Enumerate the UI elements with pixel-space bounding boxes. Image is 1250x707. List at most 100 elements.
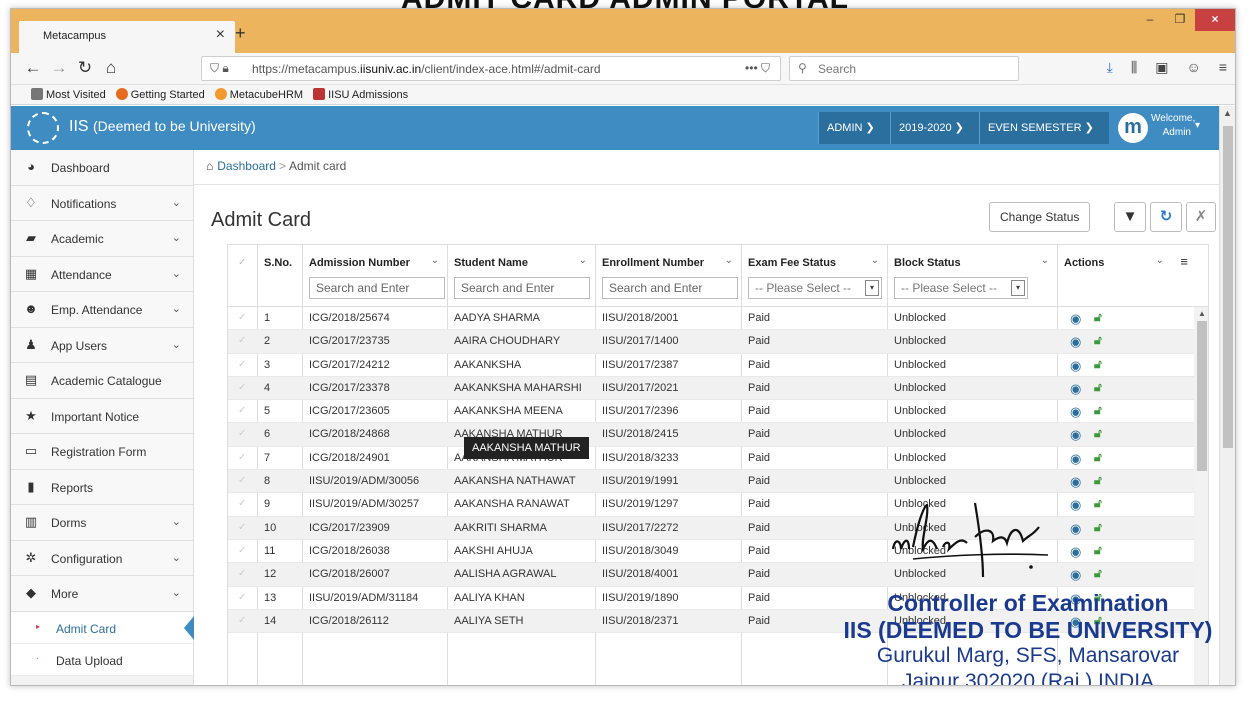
column-menu-icon[interactable]: ⌄ bbox=[1041, 255, 1049, 266]
scroll-up-icon[interactable]: ▲ bbox=[1223, 108, 1232, 118]
column-filter-select[interactable]: -- Please Select -- ▾ bbox=[894, 277, 1028, 299]
unlock-icon[interactable]: 🔓︎ bbox=[1094, 520, 1102, 535]
column-menu-icon[interactable]: ⌄ bbox=[431, 255, 439, 266]
pin-icon[interactable]: ✗ bbox=[1186, 202, 1216, 232]
table-row[interactable]: ✓ 5 ICG/2017/23605 AAKANKSHA MEENA IISU/2017… bbox=[228, 400, 1208, 424]
sidebar-item-notifications[interactable]: ♢ Notifications ⌄ bbox=[11, 185, 193, 221]
reload-icon[interactable]: ↻ bbox=[73, 58, 97, 78]
column-header-student-name[interactable]: Student Name ⌄ Search and Enter bbox=[448, 245, 596, 306]
row-checkbox[interactable]: ✓ bbox=[238, 475, 246, 486]
table-row[interactable]: ✓ 3 ICG/2017/24212 AAKANKSHA IISU/2017/2387 P… bbox=[228, 354, 1208, 377]
column-filter-select[interactable]: -- Please Select -- ▾ bbox=[748, 277, 882, 299]
row-checkbox[interactable]: ✓ bbox=[238, 359, 246, 370]
view-eye-icon[interactable]: ◉ bbox=[1070, 567, 1081, 583]
view-eye-icon[interactable]: ◉ bbox=[1070, 521, 1081, 537]
table-row[interactable]: ✓ 11 ICG/2018/26038 AAKSHI AHUJA IISU/2018/3… bbox=[228, 540, 1208, 564]
role-dropdown[interactable]: ADMIN ❯ bbox=[818, 112, 890, 144]
unlock-icon[interactable]: 🔓︎ bbox=[1094, 403, 1102, 418]
home-icon[interactable]: ⌂ bbox=[99, 58, 123, 78]
view-eye-icon[interactable]: ◉ bbox=[1070, 474, 1081, 490]
filter-icon[interactable]: ▼ bbox=[1114, 202, 1146, 232]
column-filter-input[interactable]: Search and Enter bbox=[454, 277, 590, 299]
download-icon[interactable]: ⤓ bbox=[1107, 59, 1113, 76]
unlock-icon[interactable]: 🔓︎ bbox=[1094, 357, 1102, 372]
bookmark-most-visited[interactable]: Most Visited bbox=[31, 88, 106, 101]
column-menu-icon[interactable]: ⌄ bbox=[1156, 255, 1164, 266]
row-checkbox[interactable]: ✓ bbox=[238, 615, 246, 626]
menu-icon[interactable]: ≡ bbox=[1219, 59, 1227, 76]
column-header-block-status[interactable]: Block Status ⌄ -- Please Select -- ▾ bbox=[888, 245, 1058, 306]
bookmark-getting-started[interactable]: Getting Started bbox=[115, 88, 205, 101]
sidebar-subitem-data-upload[interactable]: · Data Upload bbox=[11, 643, 193, 676]
sidebar-toggle-icon[interactable]: ▣ bbox=[1155, 59, 1168, 76]
unlock-icon[interactable]: 🔓︎ bbox=[1094, 496, 1102, 511]
year-dropdown[interactable]: 2019-2020 ❯ bbox=[890, 112, 979, 144]
semester-dropdown[interactable]: EVEN SEMESTER ❯ bbox=[979, 112, 1109, 144]
search-input[interactable]: ⚲ Search bbox=[789, 56, 1019, 81]
sidebar-item-academic[interactable]: ▰ Academic ⌄ bbox=[11, 221, 193, 257]
scroll-thumb[interactable] bbox=[1197, 321, 1207, 471]
sidebar-item-reports[interactable]: ▮ Reports bbox=[11, 469, 193, 505]
column-menu-icon[interactable]: ⌄ bbox=[725, 255, 733, 266]
sidebar-item-important-notice[interactable]: ★ Important Notice bbox=[11, 398, 193, 434]
table-row[interactable]: ✓ 10 ICG/2017/23909 AAKRITI SHARMA IISU/2017… bbox=[228, 516, 1208, 540]
view-eye-icon[interactable]: ◉ bbox=[1070, 427, 1081, 443]
welcome-text[interactable]: Welcome, Admin bbox=[1151, 112, 1195, 140]
unlock-icon[interactable]: 🔓︎ bbox=[1094, 473, 1102, 488]
table-row[interactable]: ✓ 4 ICG/2017/23378 AAKANKSHA MAHARSHI IISU/2… bbox=[228, 376, 1208, 401]
dropdown-arrow-icon[interactable]: ▾ bbox=[1011, 280, 1025, 296]
sidebar-item-registration-form[interactable]: ▭ Registration Form bbox=[11, 434, 193, 470]
refresh-icon[interactable]: ↻ bbox=[1150, 202, 1182, 232]
column-header-s-no[interactable]: S.No. bbox=[258, 245, 303, 306]
column-header-actions[interactable]: Actions ⌄ ≡ bbox=[1058, 245, 1194, 306]
bookmark-metacubehrm[interactable]: MetacubeHRM bbox=[214, 88, 303, 101]
scroll-up-icon[interactable]: ▲ bbox=[1198, 309, 1206, 318]
view-eye-icon[interactable]: ◉ bbox=[1070, 358, 1081, 374]
view-eye-icon[interactable]: ◉ bbox=[1070, 334, 1081, 350]
scroll-thumb[interactable] bbox=[1223, 126, 1233, 448]
close-tab-icon[interactable]: × bbox=[216, 26, 225, 44]
avatar[interactable]: m bbox=[1118, 113, 1148, 143]
table-row[interactable]: ✓ 12 ICG/2018/26007 AALISHA AGRAWAL IISU/201… bbox=[228, 563, 1208, 587]
row-checkbox[interactable]: ✓ bbox=[238, 452, 246, 463]
table-row[interactable]: ✓ 2 ICG/2017/23735 AAIRA CHOUDHARY IISU/2017… bbox=[228, 330, 1208, 354]
column-filter-input[interactable]: Search and Enter bbox=[309, 277, 445, 299]
account-icon[interactable]: ☺ bbox=[1187, 59, 1201, 76]
breadcrumb-dashboard[interactable]: Dashboard bbox=[217, 159, 276, 173]
view-eye-icon[interactable]: ◉ bbox=[1070, 451, 1081, 467]
select-all-checkbox[interactable]: ✓ bbox=[238, 257, 246, 268]
unlock-icon[interactable]: 🔓︎ bbox=[1094, 333, 1102, 348]
view-eye-icon[interactable]: ◉ bbox=[1070, 404, 1081, 420]
sidebar-item-academic-catalogue[interactable]: ▤ Academic Catalogue bbox=[11, 363, 193, 399]
library-icon[interactable]: ⫼ bbox=[1131, 59, 1137, 76]
forward-icon[interactable]: → bbox=[47, 58, 71, 78]
column-header-exam-fee-status[interactable]: Exam Fee Status ⌄ -- Please Select -- ▾ bbox=[742, 245, 888, 306]
bookmark-iisu-admissions[interactable]: IISU Admissions bbox=[313, 88, 408, 101]
sidebar-item-configuration[interactable]: ✲ Configuration ⌄ bbox=[11, 540, 193, 576]
column-menu-icon[interactable]: ⌄ bbox=[579, 255, 587, 266]
column-header-enrollment-number[interactable]: Enrollment Number ⌄ Search and Enter bbox=[596, 245, 742, 306]
row-checkbox[interactable]: ✓ bbox=[238, 428, 246, 439]
unlock-icon[interactable]: 🔓︎ bbox=[1094, 310, 1102, 325]
table-row[interactable]: ✓ 9 IISU/2019/ADM/30257 AAKANSHA RANAWAT IIS… bbox=[228, 493, 1208, 517]
view-eye-icon[interactable]: ◉ bbox=[1070, 497, 1081, 513]
browser-tab[interactable]: Metacampus × bbox=[19, 21, 235, 53]
row-checkbox[interactable]: ✓ bbox=[238, 498, 246, 509]
caret-down-icon[interactable]: ▾ bbox=[1195, 120, 1200, 131]
sidebar-item-dorms[interactable]: ▥ Dorms ⌄ bbox=[11, 505, 193, 541]
table-row[interactable]: ✓ 6 ICG/2018/24868 AAKANSHA MATHUR IISU/2018… bbox=[228, 423, 1208, 447]
home-icon[interactable]: ⌂ bbox=[206, 159, 213, 173]
column-header-admission-number[interactable]: Admission Number ⌄ Search and Enter bbox=[303, 245, 448, 306]
table-row[interactable]: ✓ 8 IISU/2019/ADM/30056 AAKANSHA NATHAWAT II… bbox=[228, 470, 1208, 494]
view-eye-icon[interactable]: ◉ bbox=[1070, 544, 1081, 560]
brand-name[interactable]: IIS (Deemed to be University) bbox=[69, 118, 256, 136]
row-checkbox[interactable]: ✓ bbox=[238, 522, 246, 533]
row-checkbox[interactable]: ✓ bbox=[238, 545, 246, 556]
dropdown-arrow-icon[interactable]: ▾ bbox=[865, 280, 879, 296]
table-row[interactable]: ✓ 1 ICG/2018/25674 AADYA SHARMA IISU/2018/20… bbox=[228, 307, 1208, 331]
view-eye-icon[interactable]: ◉ bbox=[1070, 381, 1081, 397]
column-chooser-icon[interactable]: ≡ bbox=[1180, 254, 1188, 269]
unlock-icon[interactable]: 🔓︎ bbox=[1094, 380, 1102, 395]
row-checkbox[interactable]: ✓ bbox=[238, 382, 246, 393]
column-filter-input[interactable]: Search and Enter bbox=[602, 277, 738, 299]
